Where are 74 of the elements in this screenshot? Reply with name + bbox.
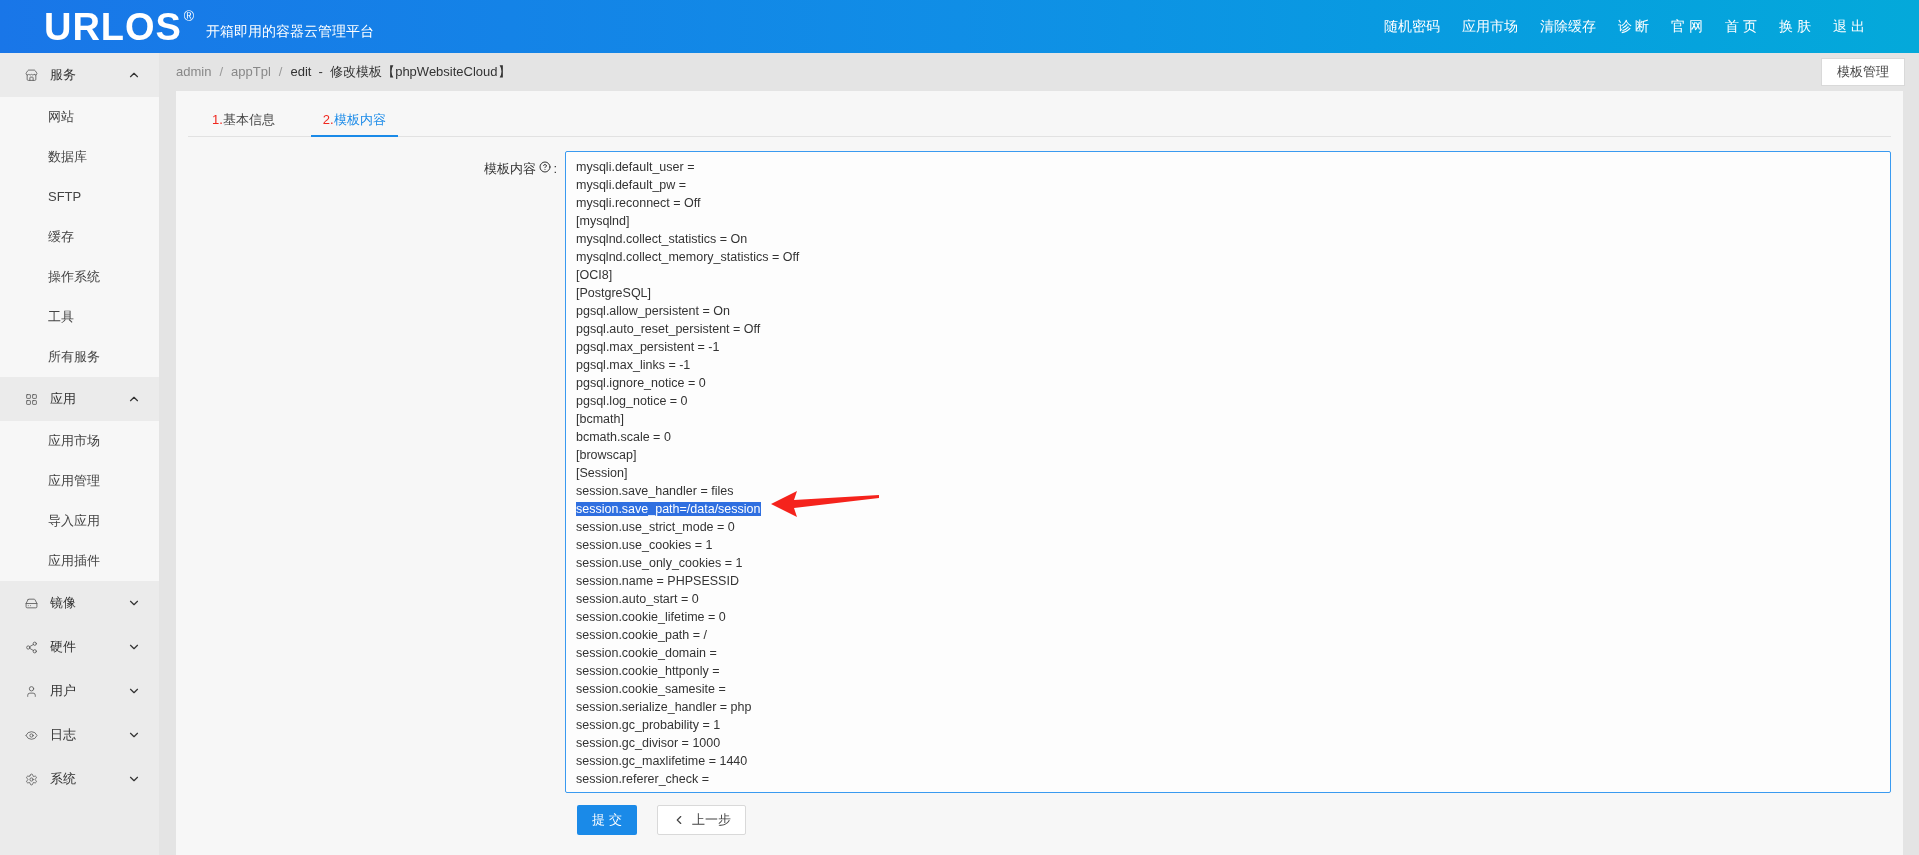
config-line: bcmath.scale = 0 — [576, 430, 671, 444]
tab[interactable]: 1.基本信息 — [200, 105, 287, 137]
help-icon — [539, 161, 552, 173]
logo: URLOS — [44, 7, 182, 46]
config-line: mysqli.reconnect = Off — [576, 196, 701, 210]
sidebar-group[interactable]: 服务 — [0, 53, 159, 97]
config-line: [browscap] — [576, 448, 637, 462]
gear-icon — [25, 772, 38, 786]
config-line: session.gc_maxlifetime = 1440 — [576, 754, 748, 768]
grid-icon — [25, 392, 38, 406]
store-icon — [25, 68, 38, 82]
sidebar-group[interactable]: 日志 — [0, 713, 159, 757]
config-line: session.use_strict_mode = 0 — [576, 520, 735, 534]
sidebar-item[interactable]: 网站 — [0, 97, 159, 137]
config-line: session.use_cookies = 1 — [576, 538, 713, 552]
config-line: session.cookie_domain = — [576, 646, 717, 660]
config-line: session.cookie_samesite = — [576, 682, 726, 696]
config-line: session.referer_check = — [576, 772, 710, 786]
back-button[interactable]: 上一步 — [656, 805, 746, 835]
config-line: session.cookie_lifetime = 0 — [576, 610, 726, 624]
sidebar-group[interactable]: 硬件 — [0, 625, 159, 669]
sidebar-item[interactable]: 缓存 — [0, 217, 159, 257]
sidebar-item[interactable]: SFTP — [0, 177, 159, 217]
config-line: session.gc_probability = 1 — [576, 718, 721, 732]
config-line: mysqlnd.collect_memory_statistics = Off — [576, 250, 800, 264]
sidebar-item[interactable]: 工具 — [0, 297, 159, 337]
sidebar-item[interactable]: 所有服务 — [0, 337, 159, 377]
config-line: [bcmath] — [576, 412, 624, 426]
sidebar-item[interactable]: 应用插件 — [0, 541, 159, 581]
breadcrumb-separator: / — [278, 63, 283, 82]
sidebar-group[interactable]: 镜像 — [0, 581, 159, 625]
config-line: session.cookie_path = / — [576, 628, 707, 642]
config-line: pgsql.max_links = -1 — [576, 358, 691, 372]
config-line: pgsql.log_notice = 0 — [576, 394, 688, 408]
sidebar-item[interactable]: 应用管理 — [0, 461, 159, 501]
config-line: pgsql.allow_persistent = On — [576, 304, 730, 318]
sidebar-group[interactable]: 用户 — [0, 669, 159, 713]
config-line: session.use_only_cookies = 1 — [576, 556, 743, 570]
label-colon: : — [553, 160, 557, 178]
share-icon — [25, 640, 38, 654]
breadcrumb-current: edit - 修改模板【phpWebsiteCloud】 — [290, 63, 511, 82]
template-manage-button[interactable]: 模板管理 — [1821, 58, 1905, 86]
sidebar-item[interactable]: 应用市场 — [0, 421, 159, 461]
config-line: [mysqlnd] — [576, 214, 630, 228]
config-line: mysqli.default_pw = — [576, 178, 687, 192]
tab[interactable]: 2.模板内容 — [310, 105, 398, 137]
sidebar-group[interactable]: 系统 — [0, 757, 159, 801]
config-line: pgsql.auto_reset_persistent = Off — [576, 322, 761, 336]
config-line: session.gc_divisor = 1000 — [576, 736, 721, 750]
config-line: mysqlnd.collect_statistics = On — [576, 232, 748, 246]
sidebar-group[interactable]: 应用 — [0, 377, 159, 421]
submit-button[interactable]: 提 交 — [577, 805, 637, 835]
config-line: session.auto_start = 0 — [576, 592, 699, 606]
sidebar-item[interactable]: 数据库 — [0, 137, 159, 177]
sidebar-item[interactable]: 导入应用 — [0, 501, 159, 541]
user-icon — [25, 684, 38, 698]
eye-icon — [25, 728, 38, 742]
config-line: session.save_handler = files — [576, 484, 734, 498]
sidebar-item[interactable]: 操作系统 — [0, 257, 159, 297]
breadcrumb-separator: / — [219, 63, 224, 82]
config-line: session.name = PHPSESSID — [576, 574, 739, 588]
config-line: session.serialize_handler = php — [576, 700, 752, 714]
tagline: 开箱即用的容器云管理平台 — [206, 22, 375, 41]
config-line: [OCI8] — [576, 268, 613, 282]
config-line: session.cookie_httponly = — [576, 664, 720, 678]
config-line: [Session] — [576, 466, 628, 480]
registered-mark: ® — [183, 7, 195, 26]
field-label: 模板内容 — [484, 160, 537, 178]
config-line: mysqli.default_user = — [576, 160, 695, 174]
config-line: pgsql.max_persistent = -1 — [576, 340, 720, 354]
config-line: [PostgreSQL] — [576, 286, 652, 300]
template-textarea[interactable] — [565, 151, 1891, 793]
config-line: pgsql.ignore_notice = 0 — [576, 376, 706, 390]
drive-icon — [25, 596, 38, 610]
